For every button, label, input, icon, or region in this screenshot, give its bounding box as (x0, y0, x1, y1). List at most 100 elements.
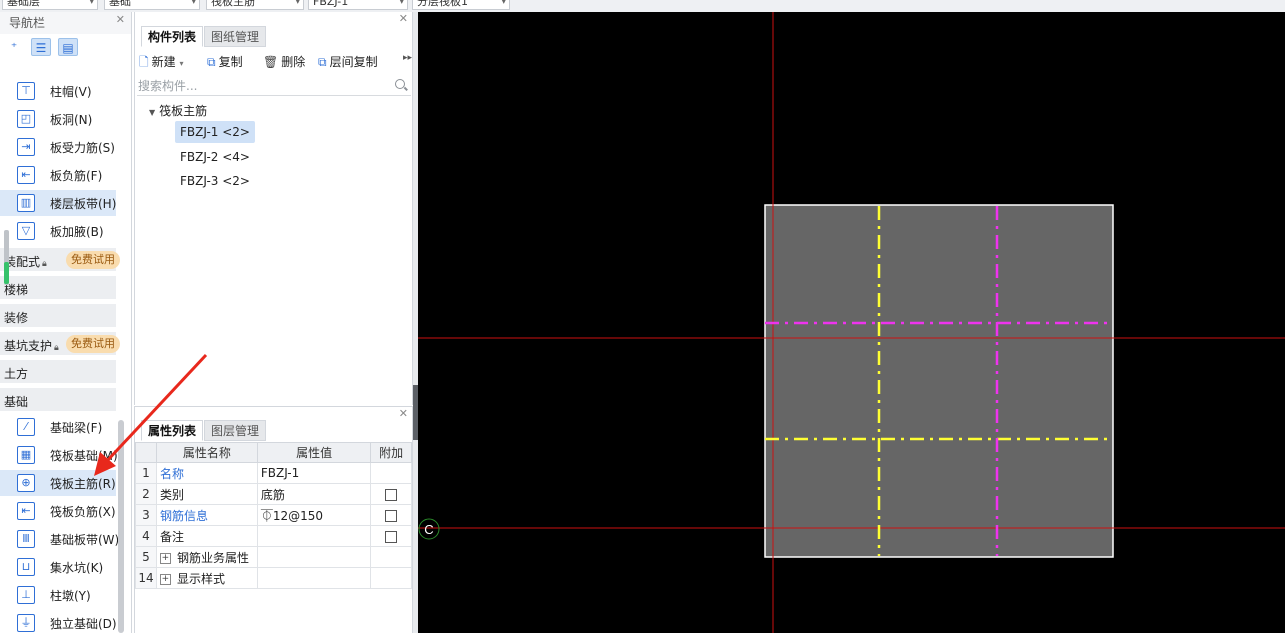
expand-icon[interactable]: + (159, 573, 171, 585)
property-header-row: 属性名称 属性值 附加 (135, 442, 412, 463)
nav-category-earthwork[interactable]: 土方 (0, 360, 116, 384)
component-search[interactable]: 搜索构件... (137, 76, 411, 96)
slab-haunch-icon: ▽ (17, 222, 35, 240)
nav-title: 导航栏 (9, 16, 46, 30)
nav-item-sump-pit[interactable]: ⊔ 集水坑(K) (0, 554, 116, 580)
header-index (135, 442, 157, 463)
tree-root[interactable]: ▼ 筏板主筋 (149, 102, 207, 119)
delete-button[interactable]: 🗑︎ 删除 (263, 53, 305, 70)
axis-label-c: C (424, 522, 433, 537)
close-icon[interactable]: ✕ (399, 407, 408, 420)
tab-drawing-management[interactable]: 图纸管理 (204, 26, 267, 47)
chevron-down-icon[interactable]: ▾ (180, 59, 184, 68)
lock-icon: 🔒︎ (42, 259, 47, 269)
slab-stress-rebar-icon: ⇥ (17, 138, 35, 156)
raft-negative-rebar-icon: ⇤ (17, 502, 35, 520)
slab-hole-icon: ◰ (17, 110, 35, 128)
property-value-rebar-info[interactable]: ⏁12@150 (256, 504, 372, 526)
tree-item-fbzj-3[interactable]: FBZJ-3 <2> (175, 170, 255, 192)
nav-category-pit-support[interactable]: 基坑支护 🔒︎ 免费试用 (0, 332, 120, 356)
raft-slab[interactable] (764, 204, 1114, 558)
floor-select[interactable]: 基础层 ▾ (2, 0, 98, 10)
property-value-remark[interactable] (256, 525, 372, 547)
drawing-canvas[interactable]: C (418, 12, 1285, 633)
nav-item-foundation-slab-strip[interactable]: Ⅲ 基础板带(W) (0, 526, 119, 552)
more-icon[interactable]: ▸▸ (403, 53, 412, 63)
detail-view-icon[interactable]: ▤ (58, 38, 78, 56)
caret-down-icon[interactable]: ▼ (149, 108, 155, 117)
free-trial-badge[interactable]: 免费试用 (66, 251, 120, 269)
nav-item-slab-haunch[interactable]: ▽ 板加腋(B) (0, 218, 116, 244)
property-name: 钢筋信息 (155, 504, 258, 526)
expand-icon[interactable]: + (159, 552, 171, 564)
search-icon[interactable] (395, 79, 405, 89)
floor-copy-button[interactable]: ⧉ 层间复制 (318, 53, 378, 70)
lock-icon: 🔒︎ (54, 343, 59, 353)
copy-button[interactable]: ⧉ 复制 (207, 53, 243, 70)
close-icon[interactable]: ✕ (116, 13, 125, 26)
header-extra: 附加 (370, 442, 412, 463)
property-table: 属性名称 属性值 附加 1 名称 FBZJ-1 2 类别 底筋 3 钢筋信息 ⏁… (135, 442, 412, 589)
close-icon[interactable]: ✕ (399, 12, 408, 25)
nav-scrollbar[interactable] (118, 420, 124, 633)
nav-item-column-cap[interactable]: ⊤ 柱帽(V) (0, 78, 116, 104)
nav-item-floor-slab-strip[interactable]: ▥ 楼层板带(H) (0, 190, 116, 216)
property-panel: ✕ 属性列表 图层管理 属性名称 属性值 附加 1 名称 FBZJ-1 2 类别 … (134, 406, 413, 633)
column-cap-icon: ⊤ (17, 82, 35, 100)
component-select[interactable]: FBZJ-1 ▾ (308, 0, 408, 10)
nav-category-stairs[interactable]: 楼梯 (0, 276, 116, 300)
component-type-select[interactable]: 筏板主筋 ▾ (206, 0, 304, 10)
nav-item-raft-foundation[interactable]: ▦ 筏板基础(M) (0, 442, 118, 468)
sump-pit-icon: ⊔ (17, 558, 35, 576)
tab-component-list[interactable]: 构件列表 (141, 26, 204, 47)
new-button[interactable]: 🗋 新建 ▾ (139, 53, 184, 74)
nav-item-slab-negative-rebar[interactable]: ⇤ 板负筋(F) (0, 162, 116, 188)
nav-item-foundation-beam[interactable]: ⁄ 基础梁(F) (0, 414, 116, 440)
tree-item-fbzj-1[interactable]: FBZJ-1 <2> (175, 121, 255, 143)
nav-view-toolbar: ⁺ ☰ ▤ (0, 34, 131, 60)
property-row[interactable]: 2 类别 底筋 (135, 483, 412, 505)
property-group-row[interactable]: 5 + 钢筋业务属性 (135, 546, 412, 568)
floor-copy-icon: ⧉ (318, 55, 327, 69)
nav-item-raft-negative-rebar[interactable]: ⇤ 筏板负筋(X) (0, 498, 116, 524)
foundation-slab-strip-icon: Ⅲ (17, 530, 35, 548)
nav-category-prefab[interactable]: 装配式 🔒︎ 免费试用 (0, 248, 120, 272)
isolated-foundation-icon: ⏚ (17, 614, 35, 632)
extra-checkbox[interactable] (385, 509, 398, 522)
nav-header: 导航栏 (0, 12, 131, 34)
nav-item-isolated-foundation[interactable]: ⏚ 独立基础(D) (0, 610, 117, 633)
property-group-row[interactable]: 14 + 显示样式 (135, 567, 412, 589)
header-name: 属性名称 (155, 442, 258, 463)
component-tabs: 构件列表 图纸管理 (141, 26, 267, 47)
property-value-category[interactable]: 底筋 (256, 483, 372, 505)
header-value: 属性值 (256, 442, 372, 463)
chevron-down-icon: ▾ (89, 0, 94, 7)
nav-scroll-indicator (4, 262, 9, 284)
layer-select[interactable]: 分层筏板1 ▾ (412, 0, 510, 10)
navigation-panel: 导航栏 ✕ ⁺ ☰ ▤ ⊤ 柱帽(V) ◰ 板洞(N) ⇥ 板受力筋(S) ⇤ 板负筋(… (0, 12, 132, 633)
extra-checkbox[interactable] (385, 488, 398, 501)
component-toolbar: 🗋 新建 ▾ ⧉ 复制 🗑︎ 删除 ⧉ 层间复制 ▸▸ (135, 50, 413, 72)
nav-category-decoration[interactable]: 装修 (0, 304, 116, 328)
new-file-icon: 🗋 (139, 55, 149, 69)
property-value-name[interactable]: FBZJ-1 (256, 462, 372, 484)
pin-icon[interactable]: ⁺ (4, 38, 24, 56)
tab-property-list[interactable]: 属性列表 (141, 420, 204, 441)
nav-category-foundation[interactable]: 基础 (0, 388, 116, 412)
nav-item-raft-main-rebar[interactable]: ⊕ 筏板主筋(R) (0, 470, 116, 496)
nav-item-slab-hole[interactable]: ◰ 板洞(N) (0, 106, 116, 132)
category-select[interactable]: 基础 ▾ (104, 0, 200, 10)
chevron-down-icon: ▾ (399, 0, 404, 7)
nav-item-column-pier[interactable]: ⊥ 柱墩(Y) (0, 582, 116, 608)
extra-checkbox[interactable] (385, 530, 398, 543)
nav-item-slab-stress-rebar[interactable]: ⇥ 板受力筋(S) (0, 134, 116, 160)
tree-item-fbzj-2[interactable]: FBZJ-2 <4> (175, 146, 255, 168)
list-view-icon[interactable]: ☰ (31, 38, 51, 56)
property-row[interactable]: 1 名称 FBZJ-1 (135, 462, 412, 484)
property-row[interactable]: 4 备注 (135, 525, 412, 547)
tab-layer-management[interactable]: 图层管理 (204, 420, 267, 441)
search-input[interactable]: 搜索构件... (138, 79, 197, 93)
free-trial-badge[interactable]: 免费试用 (66, 335, 120, 353)
chevron-down-icon: ▾ (501, 0, 506, 7)
property-row[interactable]: 3 钢筋信息 ⏁12@150 (135, 504, 412, 526)
